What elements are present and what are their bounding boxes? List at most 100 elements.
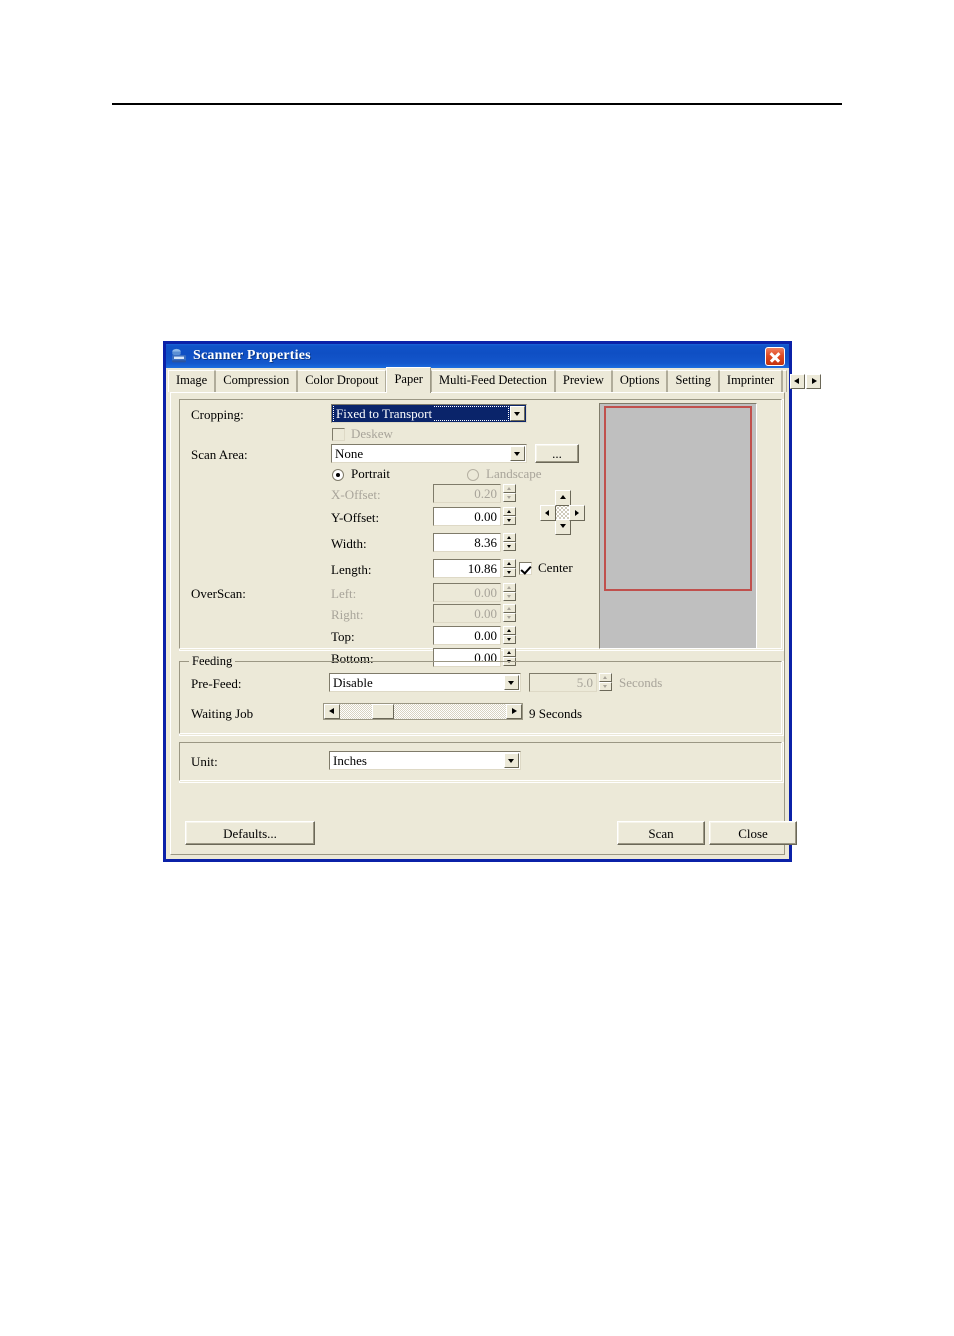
overscan-top-spin-up[interactable] <box>503 626 516 635</box>
waiting-job-decrease-icon[interactable] <box>324 704 340 719</box>
overscan-top-spin-down[interactable] <box>503 635 516 644</box>
x-offset-input[interactable]: 0.20 <box>433 484 501 503</box>
tab-information-partial[interactable]: Ir <box>782 370 788 392</box>
overscan-right-input[interactable]: 0.00 <box>433 604 501 623</box>
center-checkbox[interactable] <box>519 562 532 575</box>
chevron-down-icon[interactable] <box>504 675 519 690</box>
overscan-label: OverScan: <box>191 586 246 601</box>
deskew-label: Deskew <box>351 426 393 441</box>
portrait-radio[interactable] <box>332 469 344 481</box>
overscan-top-spinner[interactable] <box>503 626 516 645</box>
waiting-job-value: 9 Seconds <box>529 706 583 721</box>
tab-paper[interactable]: Paper <box>386 367 431 393</box>
overscan-left-input[interactable]: 0.00 <box>433 583 501 602</box>
cropping-label: Cropping: <box>191 407 244 422</box>
landscape-radio[interactable] <box>467 469 479 481</box>
crop-rectangle[interactable] <box>604 406 752 591</box>
tab-scroll-right-icon[interactable] <box>806 373 822 389</box>
document-header-rule <box>112 103 842 105</box>
nudge-left-icon[interactable] <box>540 505 556 521</box>
scan-button[interactable]: Scan <box>617 821 705 845</box>
tab-compression[interactable]: Compression <box>215 370 298 392</box>
length-spin-up[interactable] <box>503 559 516 568</box>
unit-label: Unit: <box>191 754 218 769</box>
overscan-right-label: Right: <box>331 607 364 622</box>
y-offset-spinner[interactable] <box>503 507 516 526</box>
pre-feed-seconds-spinner[interactable] <box>599 673 612 692</box>
scan-area-combo[interactable]: None <box>331 444 527 463</box>
width-input[interactable]: 8.36 <box>433 533 501 552</box>
y-offset-spin-up[interactable] <box>503 507 516 516</box>
cropping-combo-value: Fixed to Transport <box>334 406 435 421</box>
overscan-top-label: Top: <box>331 629 355 644</box>
x-offset-spin-up[interactable] <box>503 484 516 493</box>
tab-multi-feed-detection[interactable]: Multi-Feed Detection <box>430 370 555 392</box>
tab-scroll-left-icon[interactable] <box>790 373 806 389</box>
scan-area-preview[interactable] <box>599 403 757 649</box>
pre-feed-combo[interactable]: Disable <box>329 673 521 692</box>
x-offset-spin-down[interactable] <box>503 493 516 502</box>
length-input[interactable]: 10.86 <box>433 559 501 578</box>
overscan-left-spinner[interactable] <box>503 583 516 602</box>
overscan-right-spin-down[interactable] <box>503 613 516 622</box>
pre-feed-spin-down[interactable] <box>599 682 612 691</box>
tab-setting[interactable]: Setting <box>667 370 719 392</box>
unit-combo[interactable]: Inches <box>329 751 521 770</box>
pre-feed-seconds-unit-label: Seconds <box>619 675 663 690</box>
width-spin-down[interactable] <box>503 542 516 551</box>
pre-feed-label: Pre-Feed: <box>191 676 242 691</box>
defaults-button[interactable]: Defaults... <box>185 821 315 845</box>
cropping-combo[interactable]: Fixed to Transport <box>331 404 527 423</box>
tab-color-dropout[interactable]: Color Dropout <box>297 370 387 392</box>
center-label: Center <box>538 560 573 575</box>
overscan-bottom-spin-up[interactable] <box>503 648 516 657</box>
landscape-label: Landscape <box>486 466 542 481</box>
scanner-properties-dialog: Scanner Properties Image Compression Col… <box>163 341 822 862</box>
waiting-job-label: Waiting Job <box>191 706 254 721</box>
chevron-down-icon[interactable] <box>504 753 519 768</box>
scan-area-label: Scan Area: <box>191 447 248 462</box>
y-offset-label: Y-Offset: <box>331 510 380 525</box>
pre-feed-seconds-input[interactable]: 5.0 <box>529 673 597 692</box>
width-label: Width: <box>331 536 367 551</box>
tab-preview[interactable]: Preview <box>554 370 612 392</box>
scan-area-browse-button[interactable]: ... <box>535 444 579 463</box>
length-spinner[interactable] <box>503 559 516 578</box>
y-offset-input[interactable]: 0.00 <box>433 507 501 526</box>
pre-feed-combo-value: Disable <box>333 675 373 690</box>
overscan-left-label: Left: <box>331 586 357 601</box>
waiting-job-slider[interactable] <box>323 703 523 720</box>
width-spinner[interactable] <box>503 533 516 552</box>
unit-combo-value: Inches <box>333 753 367 768</box>
close-icon[interactable] <box>765 346 785 366</box>
overscan-left-spin-down[interactable] <box>503 592 516 601</box>
tab-scroll-buttons <box>789 373 822 389</box>
pre-feed-spin-up[interactable] <box>599 673 612 682</box>
overscan-right-spin-up[interactable] <box>503 604 516 613</box>
paper-tab-page: Cropping: Fixed to Transport Deskew Scan… <box>170 392 797 855</box>
overscan-right-spinner[interactable] <box>503 604 516 623</box>
nudge-down-icon[interactable] <box>555 519 571 535</box>
position-nudge-pad[interactable] <box>540 490 586 536</box>
tab-image[interactable]: Image <box>168 370 216 392</box>
nudge-up-icon[interactable] <box>555 490 571 506</box>
waiting-job-increase-icon[interactable] <box>506 704 522 719</box>
y-offset-spin-down[interactable] <box>503 516 516 525</box>
waiting-job-slider-thumb[interactable] <box>372 704 394 719</box>
tab-imprinter[interactable]: Imprinter <box>718 370 783 392</box>
close-button[interactable]: Close <box>709 821 797 845</box>
chevron-down-icon[interactable] <box>510 446 525 461</box>
waiting-job-slider-track[interactable] <box>340 704 506 719</box>
chevron-down-icon[interactable] <box>510 406 525 421</box>
length-spin-down[interactable] <box>503 568 516 577</box>
tab-options[interactable]: Options <box>611 370 668 392</box>
length-label: Length: <box>331 562 372 577</box>
deskew-checkbox[interactable] <box>332 428 345 441</box>
window-title: Scanner Properties <box>193 348 311 363</box>
overscan-top-input[interactable]: 0.00 <box>433 626 501 645</box>
overscan-left-spin-up[interactable] <box>503 583 516 592</box>
width-spin-up[interactable] <box>503 533 516 542</box>
portrait-label: Portrait <box>351 466 390 481</box>
nudge-right-icon[interactable] <box>569 505 585 521</box>
x-offset-spinner[interactable] <box>503 484 516 503</box>
